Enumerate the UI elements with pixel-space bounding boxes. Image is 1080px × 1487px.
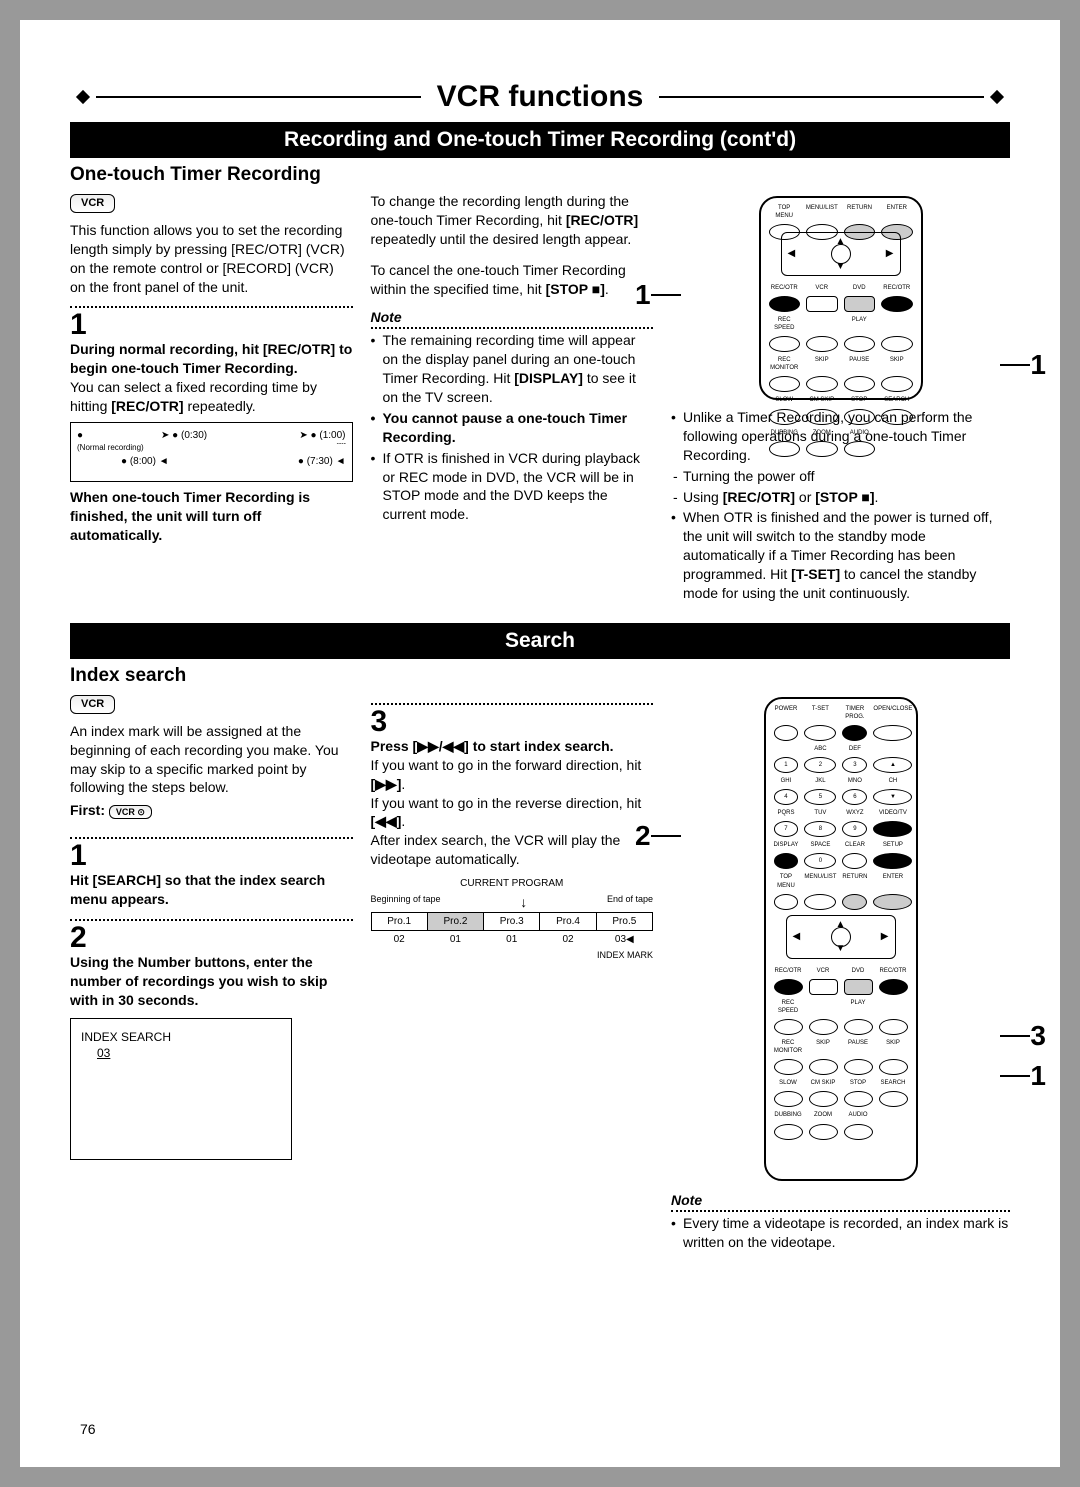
vcr-badge: VCR [70,194,115,213]
side-item: When OTR is finished and the power is tu… [683,508,1010,602]
dash-item: Turning the power off [683,467,1010,486]
section-header: VCR functions [70,80,1010,114]
section-band-recording: Recording and One-touch Timer Recording … [70,122,1010,158]
search-col3: 2 3 1 POWERT-SETTIMER PROG.OPEN/CLOSE AB… [671,693,1010,1254]
step3-l3: After index search, the VCR will play th… [371,831,654,869]
search-col1: VCR An index mark will be assigned at th… [70,693,353,1254]
subheading-otr: One-touch Timer Recording [70,164,1010,186]
col2-text-b: To cancel the one-touch Timer Recording … [371,261,654,299]
rule-line [96,96,421,98]
page-number: 76 [80,1421,96,1437]
otr-col3: 1 1 TOP MENUMENU/LISTRETURNENTER ▲▼ ◀▶ R… [671,192,1010,605]
remote-diagram-partial: TOP MENUMENU/LISTRETURNENTER ▲▼ ◀▶ REC/O… [759,196,923,400]
vcr-badge: VCR [70,695,115,714]
step-number: 1 [70,841,353,871]
vcr-small-icon: VCR ⊙ [109,805,152,819]
col2-text-a: To change the recording length during th… [371,192,654,249]
search-intro: An index mark will be assigned at the be… [70,722,353,798]
dash-list: Turning the power off Using [REC/OTR] or… [671,467,1010,507]
note-heading: Note [671,1191,1010,1210]
osd-screen: INDEX SEARCH 03 [70,1018,292,1160]
otr-col1: VCR This function allows you to set the … [70,192,353,605]
remote-diagram-full: POWERT-SETTIMER PROG.OPEN/CLOSE ABCDEF 1… [764,697,918,1181]
otr-intro: This function allows you to set the reco… [70,221,353,297]
subheading-index-search: Index search [70,665,1010,687]
note-item: You cannot pause a one-touch Timer Recor… [383,409,654,447]
note-list: Every time a videotape is recorded, an i… [671,1214,1010,1252]
osd-title: INDEX SEARCH [81,1029,281,1045]
page-title: VCR functions [437,80,644,114]
timing-diagram: ● (Normal recording) ➤ ● (0:30) ➤ ● (1:0… [70,422,353,482]
callout-number: 2 [635,817,651,855]
side-list: Unlike a Timer Recording, you can perfor… [671,408,1010,465]
otr-col2: To change the recording length during th… [371,192,654,605]
diamond-icon [990,90,1004,104]
step-number: 2 [70,923,353,953]
first-label: First: [70,802,105,818]
dotted-rule [371,327,654,329]
step-number: 1 [70,310,353,340]
step-number: 3 [371,707,654,737]
step3-l1: If you want to go in the forward directi… [371,756,654,794]
step1-text: Hit [SEARCH] so that the index search me… [70,871,353,909]
section-band-search: Search [70,623,1010,659]
callout-number: 1 [635,276,651,314]
tape-diagram: CURRENT PROGRAM Beginning of tape↓End of… [371,877,654,961]
note-item: The remaining recording time will appear… [383,331,654,407]
note-item: If OTR is finished in VCR during playbac… [383,449,654,525]
rule-line [659,96,984,98]
callout-number: 1 [1030,346,1046,384]
side-item: Unlike a Timer Recording, you can perfor… [683,408,1010,465]
after-diagram: When one-touch Timer Recording is finish… [70,488,353,545]
search-col2: 3 Press [▶▶/◀◀] to start index search. I… [371,693,654,1254]
callout-number: 1 [1030,1057,1046,1095]
step1-text: You can select a fixed recording time by… [70,378,353,416]
step3-bold: Press [▶▶/◀◀] to start index search. [371,737,654,756]
note-list: The remaining recording time will appear… [371,331,654,524]
step3-l2: If you want to go in the reverse directi… [371,794,654,832]
step2-text: Using the Number buttons, enter the numb… [70,953,353,1010]
index-mark-label: INDEX MARK [371,949,654,961]
diamond-icon [76,90,90,104]
callout-number: 3 [1030,1017,1046,1055]
note-item: Every time a videotape is recorded, an i… [683,1214,1010,1252]
dash-item: Using [REC/OTR] or [STOP ■]. [683,488,1010,507]
osd-value: 03 [97,1045,281,1061]
dotted-rule [70,306,353,308]
note-heading: Note [371,308,654,327]
side-list: When OTR is finished and the power is tu… [671,508,1010,602]
step1-bold: During normal recording, hit [REC/OTR] t… [70,340,353,378]
